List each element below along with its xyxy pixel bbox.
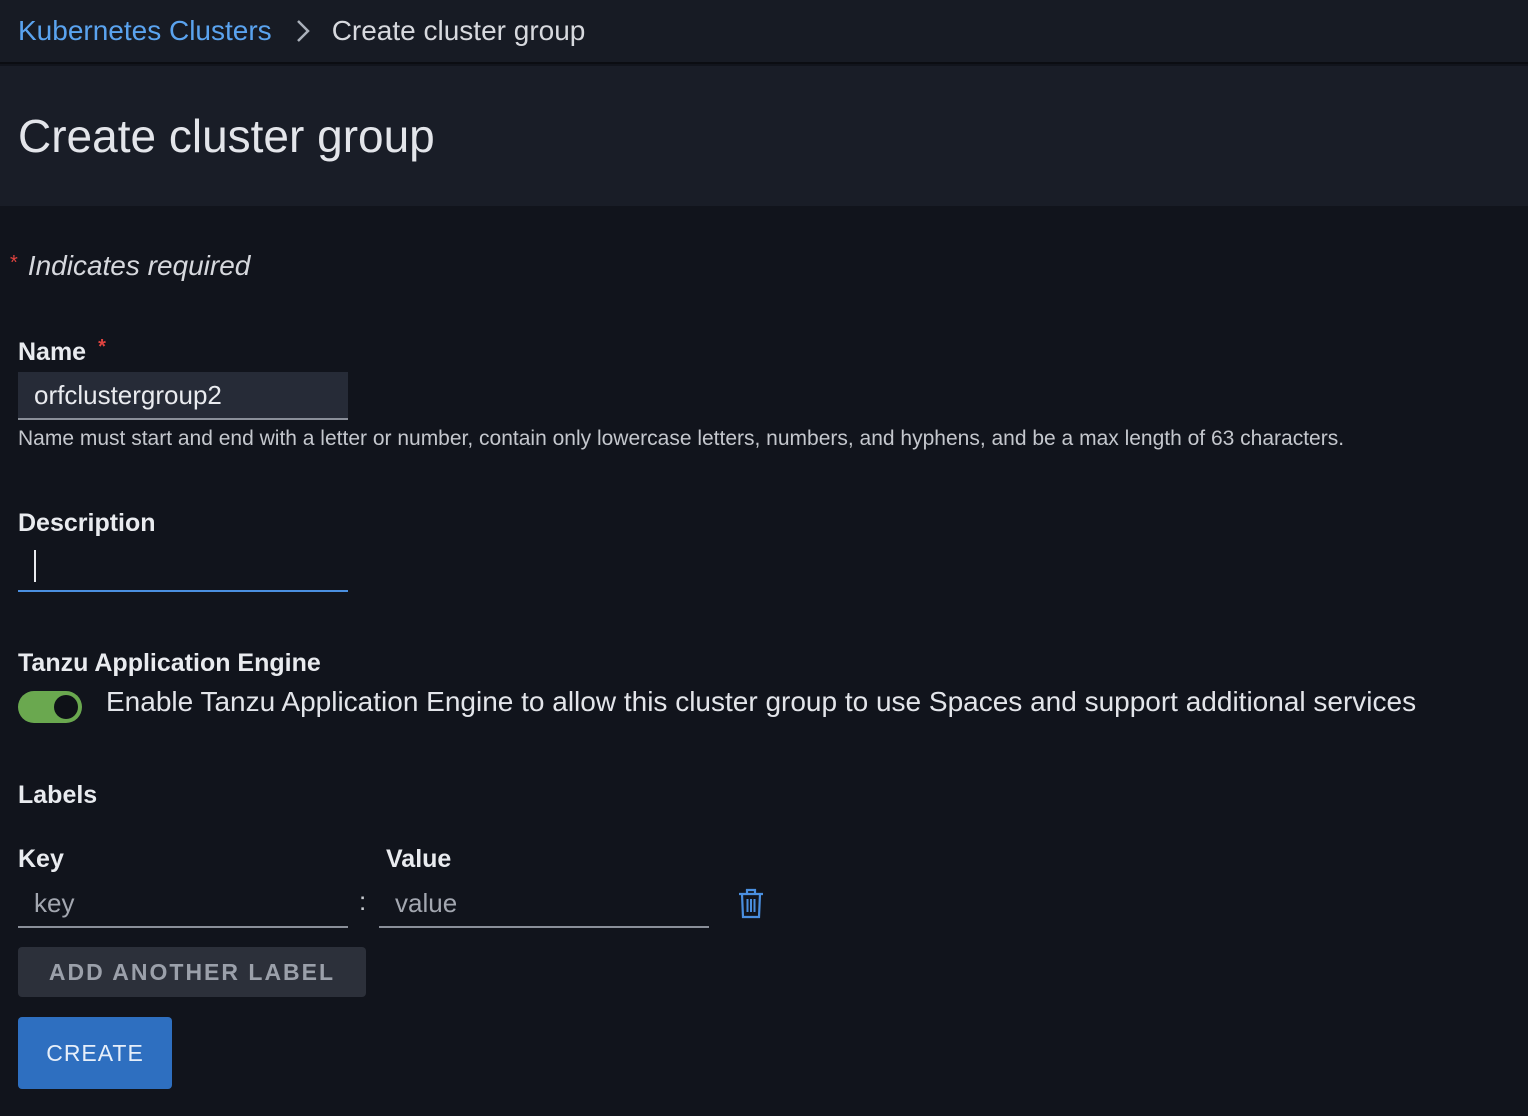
name-required-asterisk: * (98, 336, 106, 358)
tae-toggle[interactable] (18, 691, 82, 723)
value-label: Value (386, 845, 452, 873)
toggle-knob (54, 695, 78, 719)
description-label: Description (18, 509, 156, 537)
add-another-label-button[interactable]: ADD ANOTHER LABEL (18, 947, 366, 997)
description-input[interactable] (18, 544, 348, 592)
breadcrumb: Kubernetes Clusters Create cluster group (0, 0, 1528, 64)
breadcrumb-current: Create cluster group (331, 15, 586, 46)
chevron-right-icon (296, 19, 310, 43)
name-label-text: Name (18, 338, 87, 366)
trash-icon[interactable] (736, 887, 766, 919)
required-note-text: Indicates required (27, 250, 251, 281)
tae-label: Tanzu Application Engine (18, 649, 321, 677)
required-note: * Indicates required (10, 250, 250, 282)
text-cursor (34, 550, 36, 582)
required-asterisk: * (10, 252, 18, 274)
name-label: Name * (18, 336, 106, 367)
key-value-separator: : (359, 886, 367, 916)
key-label: Key (18, 845, 64, 873)
tae-toggle-text: Enable Tanzu Application Engine to allow… (106, 686, 1417, 717)
create-button[interactable]: CREATE (18, 1017, 172, 1089)
labels-title: Labels (18, 781, 98, 809)
name-input[interactable] (18, 372, 348, 420)
label-value-input[interactable] (379, 880, 709, 928)
breadcrumb-link-kubernetes-clusters[interactable]: Kubernetes Clusters (18, 15, 272, 47)
page-title: Create cluster group (18, 110, 435, 162)
label-key-input[interactable] (18, 880, 348, 928)
name-helper-text: Name must start and end with a letter or… (18, 427, 1345, 450)
